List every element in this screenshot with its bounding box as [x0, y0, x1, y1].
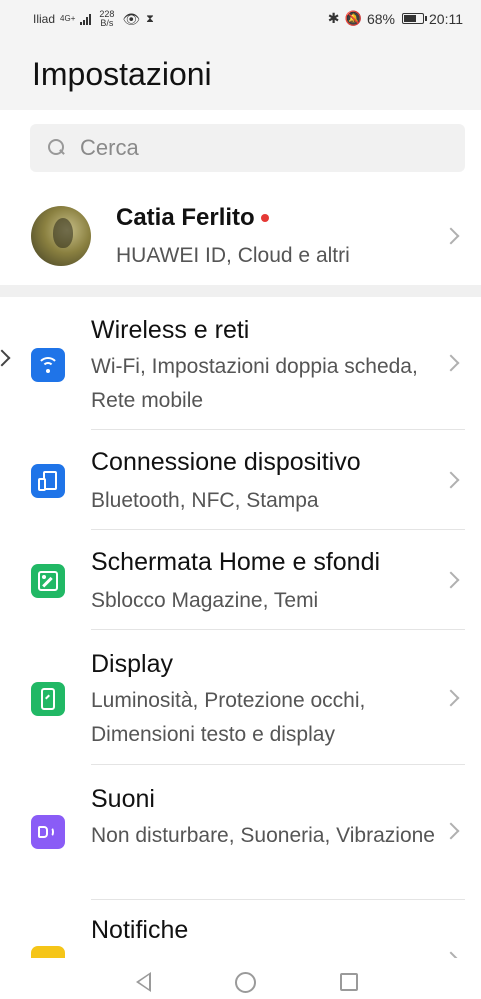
device-connection-icon — [31, 464, 65, 498]
chevron-right-icon — [442, 689, 460, 707]
section-divider — [0, 285, 481, 297]
wallpaper-icon — [31, 564, 65, 598]
navigation-bar — [0, 958, 481, 999]
mute-icon: 🔕 — [344, 10, 362, 26]
home-icon[interactable] — [235, 972, 256, 993]
account-row[interactable]: Catia Ferlito HUAWEI ID, Cloud e altri — [0, 190, 481, 282]
settings-item-wireless[interactable]: Wireless e reti Wi-Fi, Impostazioni dopp… — [0, 310, 481, 430]
chevron-right-icon — [442, 471, 460, 489]
display-icon — [31, 682, 65, 716]
search-placeholder: Cerca — [80, 135, 139, 160]
settings-item-notifications[interactable]: Notifiche — [0, 900, 481, 958]
settings-item-title: Wireless e reti — [91, 316, 250, 344]
recent-apps-icon[interactable] — [340, 973, 358, 991]
settings-item-device-connection[interactable]: Connessione dispositivo Bluetooth, NFC, … — [0, 430, 481, 530]
settings-item-title: Suoni — [91, 785, 155, 813]
status-bar: Iliad 4G+ 228 B/s 👁 ⧗ ✱ 🔕 68% 20:11 — [0, 0, 481, 36]
settings-item-display[interactable]: Display Luminosità, Protezione occhi, Di… — [0, 630, 481, 765]
settings-item-title: Connessione dispositivo — [91, 448, 361, 476]
battery-fill — [404, 15, 416, 22]
network-type: 4G+ — [60, 14, 76, 23]
settings-item-subtitle: Wi-Fi, Impostazioni doppia scheda, Rete … — [91, 355, 418, 412]
eye-icon: 👁 — [122, 10, 141, 27]
network-speed: 228 B/s — [99, 10, 114, 28]
chevron-right-icon — [442, 354, 460, 372]
wifi-icon — [31, 348, 65, 382]
notification-icon — [31, 946, 65, 958]
settings-item-home-screen[interactable]: Schermata Home e sfondi Sblocco Magazine… — [0, 530, 481, 630]
account-subtitle: HUAWEI ID, Cloud e altri — [116, 244, 350, 267]
settings-item-subtitle: Luminosità, Protezione occhi, Dimensioni… — [91, 689, 366, 746]
settings-item-sounds[interactable]: Suoni Non disturbare, Suoneria, Vibrazio… — [0, 765, 481, 900]
settings-item-title: Display — [91, 650, 173, 678]
signal-icon — [80, 13, 92, 25]
speed-unit: B/s — [100, 18, 114, 28]
settings-item-title: Notifiche — [91, 916, 189, 944]
battery-percent: 68% — [366, 10, 395, 27]
account-name-row: Catia Ferlito — [116, 204, 269, 232]
avatar — [31, 206, 91, 266]
clock: 20:11 — [429, 10, 463, 27]
settings-item-subtitle: Bluetooth, NFC, Stampa — [91, 489, 319, 512]
settings-item-subtitle: Sblocco Magazine, Temi — [91, 589, 319, 612]
back-icon[interactable] — [136, 972, 151, 992]
search-bar[interactable]: Cerca — [30, 124, 465, 172]
sound-icon — [31, 815, 65, 849]
battery-icon — [402, 13, 427, 24]
settings-item-title: Schermata Home e sfondi — [91, 548, 381, 576]
account-name: Catia Ferlito — [116, 204, 255, 231]
chevron-right-icon — [442, 822, 460, 840]
settings-item-subtitle: Non disturbare, Suoneria, Vibrazione — [91, 824, 435, 847]
hourglass-icon: ⧗ — [146, 12, 154, 25]
search-icon — [46, 137, 68, 159]
chevron-right-icon — [442, 227, 460, 245]
page-title: Impostazioni — [32, 56, 212, 92]
notification-dot — [260, 214, 269, 222]
carrier-label: Iliad — [33, 12, 56, 26]
chevron-right-icon — [442, 571, 460, 589]
bluetooth-icon: ✱ — [327, 10, 340, 26]
